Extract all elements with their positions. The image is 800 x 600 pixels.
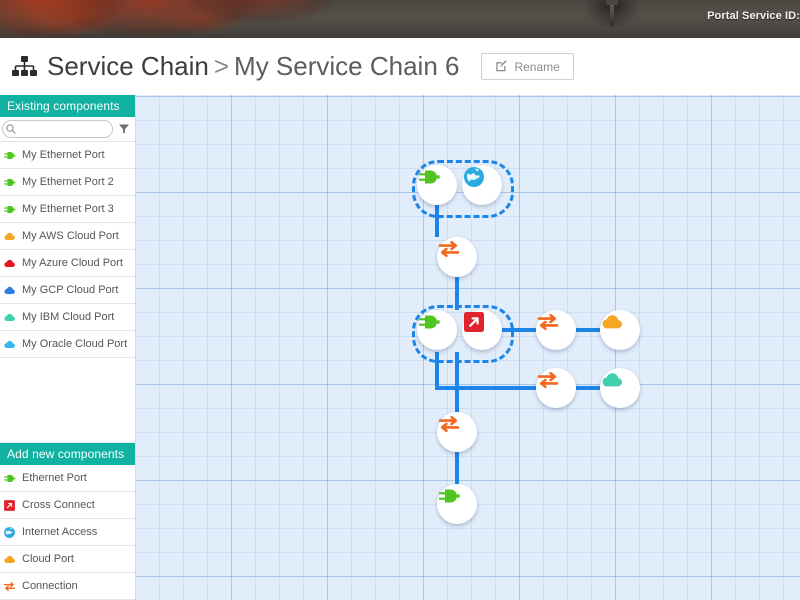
add-new-component-item-label: Cloud Port <box>22 553 74 565</box>
existing-component-item-label: My Azure Cloud Port <box>22 257 123 269</box>
existing-component-item-label: My Ethernet Port 3 <box>22 203 114 215</box>
search-box[interactable] <box>2 120 113 138</box>
page-title-bar: Service Chain > My Service Chain 6 Rename <box>0 38 800 96</box>
cloud-icon <box>3 256 16 270</box>
components-sidebar: Existing components My Ethernet Port My … <box>0 95 136 600</box>
service-chain-canvas[interactable] <box>136 95 800 600</box>
existing-component-item[interactable]: My Ethernet Port 3 <box>0 196 135 223</box>
filter-funnel-icon[interactable] <box>117 121 131 137</box>
ethernet-plug-icon <box>3 148 16 162</box>
rename-button[interactable]: Rename <box>481 53 574 80</box>
breadcrumb-current: My Service Chain 6 <box>234 51 460 81</box>
connection-node[interactable] <box>437 412 477 452</box>
globe-icon <box>3 525 16 539</box>
add-new-components-header: Add new components <box>0 443 135 465</box>
cloud-icon <box>3 552 16 566</box>
ethernet-plug-icon <box>3 202 16 216</box>
sidebar-empty-space <box>0 358 135 443</box>
add-new-component-item-label: Cross Connect <box>22 499 95 511</box>
connection-node[interactable] <box>437 237 477 277</box>
ethernet-plug-icon <box>3 175 16 189</box>
existing-components-list: My Ethernet Port My Ethernet Port 2 My Eth… <box>0 142 135 358</box>
cloud-port-node[interactable] <box>600 368 640 408</box>
breadcrumb-root[interactable]: Service Chain <box>47 51 209 81</box>
existing-component-item[interactable]: My Ethernet Port <box>0 142 135 169</box>
add-new-component-item[interactable]: Cloud Port <box>0 546 135 573</box>
existing-component-item[interactable]: My IBM Cloud Port <box>0 304 135 331</box>
breadcrumb-separator: > <box>213 51 230 81</box>
existing-component-item-label: My GCP Cloud Port <box>22 284 119 296</box>
add-new-component-item-label: Connection <box>22 580 78 592</box>
edit-pencil-square-icon <box>495 59 508 75</box>
cross-connect-node[interactable] <box>462 310 502 350</box>
cross-connect-icon <box>3 498 16 512</box>
service-chain-page: Portal Service ID: Service Chain > My Serv… <box>0 0 800 600</box>
cloud-icon <box>3 310 16 324</box>
connection-node[interactable] <box>536 310 576 350</box>
header-banner-image: Portal Service ID: <box>0 0 800 38</box>
ethernet-port-node[interactable] <box>437 484 477 524</box>
existing-component-item[interactable]: My GCP Cloud Port <box>0 277 135 304</box>
cloud-icon <box>3 337 16 351</box>
search-row <box>0 117 135 142</box>
existing-component-item[interactable]: My Azure Cloud Port <box>0 250 135 277</box>
existing-components-header: Existing components <box>0 95 135 117</box>
existing-component-item[interactable]: My Oracle Cloud Port <box>0 331 135 358</box>
add-new-component-item[interactable]: Ethernet Port <box>0 465 135 492</box>
existing-component-item-label: My AWS Cloud Port <box>22 230 119 242</box>
ethernet-port-node[interactable] <box>417 165 457 205</box>
connection-node[interactable] <box>536 368 576 408</box>
ethernet-port-node[interactable] <box>417 310 457 350</box>
add-new-component-item[interactable]: Cross Connect <box>0 492 135 519</box>
add-new-component-item[interactable]: Internet Access <box>0 519 135 546</box>
cloud-port-node[interactable] <box>600 310 640 350</box>
existing-component-item-label: My Oracle Cloud Port <box>22 338 128 350</box>
existing-component-item-label: My Ethernet Port <box>22 149 105 161</box>
add-new-component-item-label: Ethernet Port <box>22 472 87 484</box>
cloud-icon <box>3 283 16 297</box>
existing-component-item-label: My Ethernet Port 2 <box>22 176 114 188</box>
connection-arrows-icon <box>3 579 16 593</box>
add-new-components-list: Ethernet Port Cross Connect Internet Acces… <box>0 465 135 600</box>
page-title: Service Chain > My Service Chain 6 <box>47 51 459 82</box>
add-new-component-item[interactable]: Connection <box>0 573 135 600</box>
existing-component-item[interactable]: My Ethernet Port 2 <box>0 169 135 196</box>
search-input[interactable] <box>17 121 107 137</box>
add-new-component-item-label: Internet Access <box>22 526 98 538</box>
banner-pole-top <box>606 0 618 5</box>
sitemap-icon <box>10 54 38 80</box>
rename-button-label: Rename <box>514 59 560 74</box>
cloud-icon <box>3 229 16 243</box>
portal-service-id-label: Portal Service ID: <box>707 10 800 22</box>
existing-component-item[interactable]: My AWS Cloud Port <box>0 223 135 250</box>
internet-access-node[interactable] <box>462 165 502 205</box>
search-icon <box>5 122 17 140</box>
main-area: Existing components My Ethernet Port My … <box>0 95 800 600</box>
existing-component-item-label: My IBM Cloud Port <box>22 311 115 323</box>
ethernet-plug-icon <box>3 471 16 485</box>
